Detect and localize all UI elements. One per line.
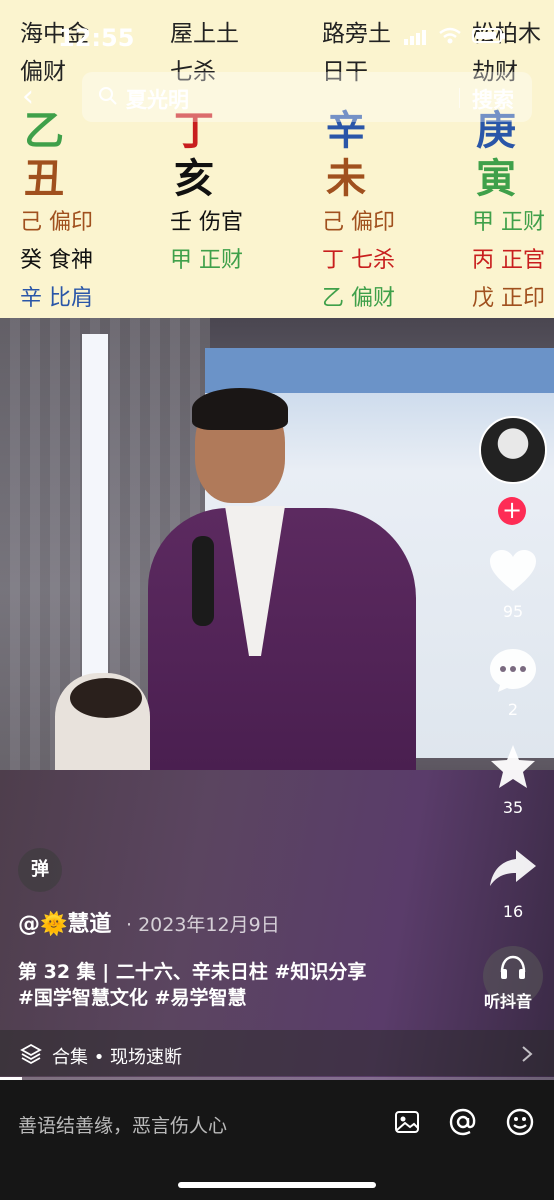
caption-line-2[interactable]: #国学智慧文化 #易学智慧 (18, 983, 478, 1010)
signal-icon (404, 26, 428, 45)
earthly-branch: 亥 (174, 156, 214, 202)
search-query[interactable]: 夏光明 (126, 84, 189, 114)
hidden-stem: 癸 食神 (20, 248, 93, 273)
collection-label[interactable]: 合集 • 现场速断 (52, 1043, 182, 1069)
backdrop-banner-header (205, 348, 554, 393)
hidden-stem: 甲 正财 (472, 210, 545, 235)
stage-light (82, 334, 108, 694)
hidden-stem: 乙 偏财 (322, 286, 395, 311)
status-time: 12:55 (58, 24, 135, 52)
comment-count: 2 (507, 700, 519, 719)
hidden-stem: 丁 七杀 (322, 248, 395, 273)
mention-icon[interactable] (448, 1107, 478, 1137)
search-divider (459, 88, 460, 108)
hidden-stem: 己 偏印 (20, 210, 93, 235)
emoji-icon[interactable] (505, 1107, 535, 1137)
battery-icon (472, 28, 505, 43)
follow-button[interactable]: + (498, 497, 526, 525)
favorite-count: 35 (502, 798, 524, 817)
status-icons (404, 26, 505, 45)
headphones-icon (500, 955, 526, 979)
wifi-icon (439, 27, 461, 43)
heart-icon[interactable] (486, 548, 540, 594)
layers-icon (20, 1043, 42, 1065)
image-icon[interactable] (393, 1108, 421, 1136)
comment-icon[interactable] (486, 646, 540, 694)
author-name[interactable]: @🌞慧道 (18, 906, 111, 938)
comment-input[interactable]: 善语结善缘，恶言伤人心 (18, 1111, 227, 1138)
speaker-suit (148, 508, 416, 770)
post-date: · 2023年12月9日 (126, 914, 280, 936)
listen-label: 听抖音 (484, 992, 533, 1011)
earthly-branch: 寅 (476, 156, 516, 202)
hidden-stem: 甲 正财 (170, 248, 243, 273)
danmaku-toggle[interactable]: 弹 (18, 848, 62, 892)
hidden-stem: 丙 正官 (472, 248, 545, 273)
hidden-stem: 壬 伤官 (170, 210, 243, 235)
back-button[interactable]: ‹ (22, 82, 48, 112)
speaker-hair (192, 388, 288, 430)
search-button[interactable]: 搜索 (472, 84, 514, 114)
microphone (192, 536, 214, 626)
nayin-label: 屋上土 (170, 21, 239, 47)
chevron-right-icon[interactable] (520, 1044, 534, 1064)
video-frame[interactable] (0, 318, 554, 770)
hidden-stem: 辛 比肩 (20, 286, 93, 311)
author-avatar[interactable] (479, 416, 547, 484)
battery-level (476, 32, 497, 39)
favorite-star-icon[interactable] (486, 743, 540, 791)
share-count: 16 (502, 902, 524, 921)
earthly-branch: 未 (326, 156, 366, 202)
hidden-stem: 己 偏印 (322, 210, 395, 235)
hidden-stem: 戊 正印 (472, 286, 545, 311)
share-icon[interactable] (486, 846, 540, 892)
nayin-label: 路旁土 (322, 21, 391, 47)
home-indicator[interactable] (178, 1182, 376, 1188)
caption-line-1[interactable]: 第 32 集 | 二十六、辛未日柱 #知识分享 (18, 957, 478, 984)
audience-member-hair (70, 678, 142, 718)
search-icon (99, 87, 117, 105)
like-count: 95 (502, 602, 524, 621)
earthly-branch: 丑 (24, 156, 64, 202)
